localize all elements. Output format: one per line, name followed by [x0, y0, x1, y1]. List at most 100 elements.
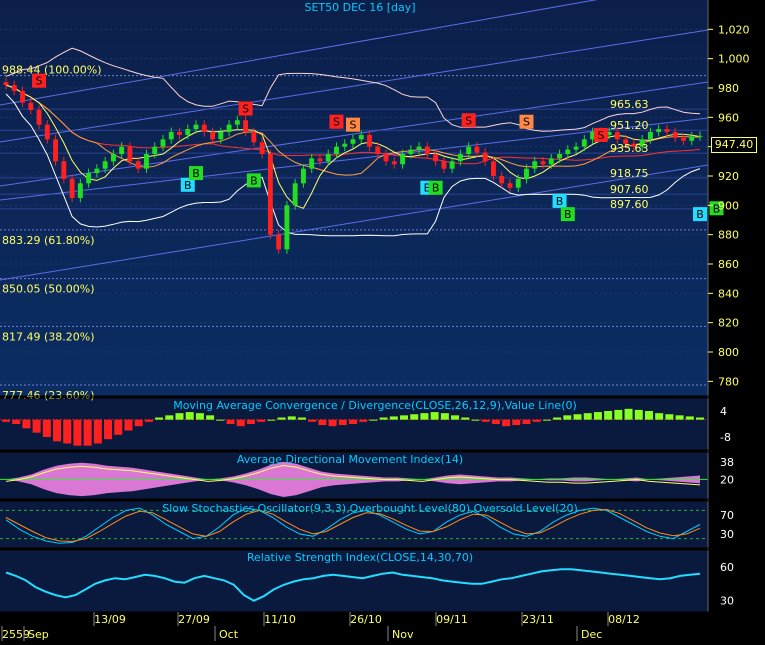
candle-body: [565, 149, 571, 154]
fib-label: 850.05 (50.00%): [2, 283, 95, 296]
macd-tick-label: 4: [720, 405, 727, 418]
macd-bar: [359, 419, 368, 422]
x-day-label: 23/11: [522, 613, 554, 626]
macd-bar: [318, 419, 327, 426]
signal-label: B: [192, 167, 200, 180]
macd-bar: [532, 419, 541, 422]
candle-body: [581, 139, 587, 147]
macd-bar: [134, 419, 143, 427]
macd-bar: [185, 412, 194, 420]
candle-body: [416, 146, 422, 150]
macd-bar: [644, 411, 653, 420]
macd-bar: [440, 413, 449, 420]
candle-body: [375, 146, 381, 154]
adx-tick-label: 20: [720, 473, 734, 486]
signal-label: B: [184, 179, 192, 192]
macd-bar: [83, 419, 92, 446]
macd-bar: [216, 419, 225, 421]
macd-bar: [53, 419, 62, 442]
signal-label: B: [564, 208, 572, 221]
candle-body: [515, 178, 521, 188]
signal-label: S: [242, 103, 249, 116]
price-tick-label: 920: [718, 170, 739, 183]
stoch-tick-label: 30: [720, 528, 734, 541]
candle-body: [144, 154, 149, 169]
macd-bar: [522, 419, 531, 424]
x-day-label: 27/09: [178, 613, 210, 626]
candle-body: [457, 154, 463, 162]
macd-bar: [73, 419, 82, 446]
candle-body: [367, 134, 372, 147]
x-month-label: Dec: [581, 628, 602, 641]
price-tick-label: 1,020: [718, 23, 750, 36]
level-label: 951.20: [610, 119, 649, 132]
x-month-label: Nov: [392, 628, 414, 641]
candle-body: [342, 143, 348, 147]
trading-chart-window: SBBSBSSBBSSBBSBBS 988.44 (100.00%)883.29…: [0, 0, 765, 641]
candle-body: [433, 154, 439, 162]
candle-body: [86, 173, 92, 184]
candle-body: [491, 161, 496, 176]
macd-bar: [389, 416, 398, 420]
signal-label: B: [250, 174, 258, 187]
price-tick-label: 880: [718, 229, 739, 242]
macd-bar: [63, 419, 72, 444]
candle-body: [309, 158, 315, 169]
chart-canvas[interactable]: SBBSBSSBBSSBBSBBS 988.44 (100.00%)883.29…: [0, 0, 765, 641]
rsi-tick-label: 60: [720, 561, 734, 574]
macd-bar: [542, 419, 551, 421]
macd-bar: [104, 419, 113, 440]
candle-body: [267, 154, 273, 235]
candle-body: [292, 183, 298, 206]
macd-bar: [155, 417, 164, 420]
price-tick-label: 800: [718, 346, 739, 359]
candle-body: [94, 168, 100, 174]
candle-body: [168, 132, 174, 140]
macd-bar: [481, 419, 490, 422]
x-day-label: 08/12: [608, 613, 640, 626]
candle-body: [185, 129, 191, 135]
candle-body: [193, 124, 199, 130]
macd-bar: [685, 416, 694, 420]
macd-bar: [277, 417, 286, 420]
macd-bar: [338, 419, 347, 426]
candle-body: [44, 124, 50, 140]
macd-bar: [12, 419, 21, 424]
candle-body: [697, 135, 703, 137]
rsi-tick-label: 30: [720, 595, 734, 608]
candle-body: [317, 158, 323, 162]
macd-bar: [287, 416, 296, 420]
candle-body: [160, 139, 166, 147]
level-label: 935.63: [610, 142, 649, 155]
candle-body: [251, 132, 257, 143]
candle-body: [689, 136, 695, 141]
candle-body: [325, 154, 331, 162]
candle-body: [135, 161, 141, 169]
macd-bar: [267, 419, 276, 421]
fib-label: 988.44 (100.00%): [2, 64, 102, 77]
candle-body: [614, 132, 620, 140]
macd-bar: [430, 412, 439, 420]
price-tick-label: 840: [718, 287, 739, 300]
macd-bar: [400, 415, 409, 420]
macd-bar: [175, 413, 184, 420]
candle-body: [482, 152, 488, 162]
candle-body: [540, 161, 546, 165]
macd-bar: [328, 419, 337, 427]
candle-body: [102, 161, 108, 169]
fib-label: 817.49 (38.20%): [2, 330, 95, 343]
signal-label: S: [350, 119, 357, 132]
candle-body: [226, 124, 232, 132]
candle-body: [424, 146, 430, 154]
candle-body: [28, 102, 34, 110]
macd-bar: [246, 419, 255, 424]
candle-body: [499, 176, 505, 184]
candle-body: [466, 146, 472, 154]
price-chart-title: SET50 DEC 16 [day]: [304, 1, 416, 14]
macd-bar: [675, 415, 684, 420]
candle-body: [11, 85, 17, 91]
macd-bar: [471, 419, 480, 421]
x-day-label: 09/11: [436, 613, 468, 626]
macd-bar: [553, 417, 562, 420]
macd-bar: [573, 414, 582, 420]
